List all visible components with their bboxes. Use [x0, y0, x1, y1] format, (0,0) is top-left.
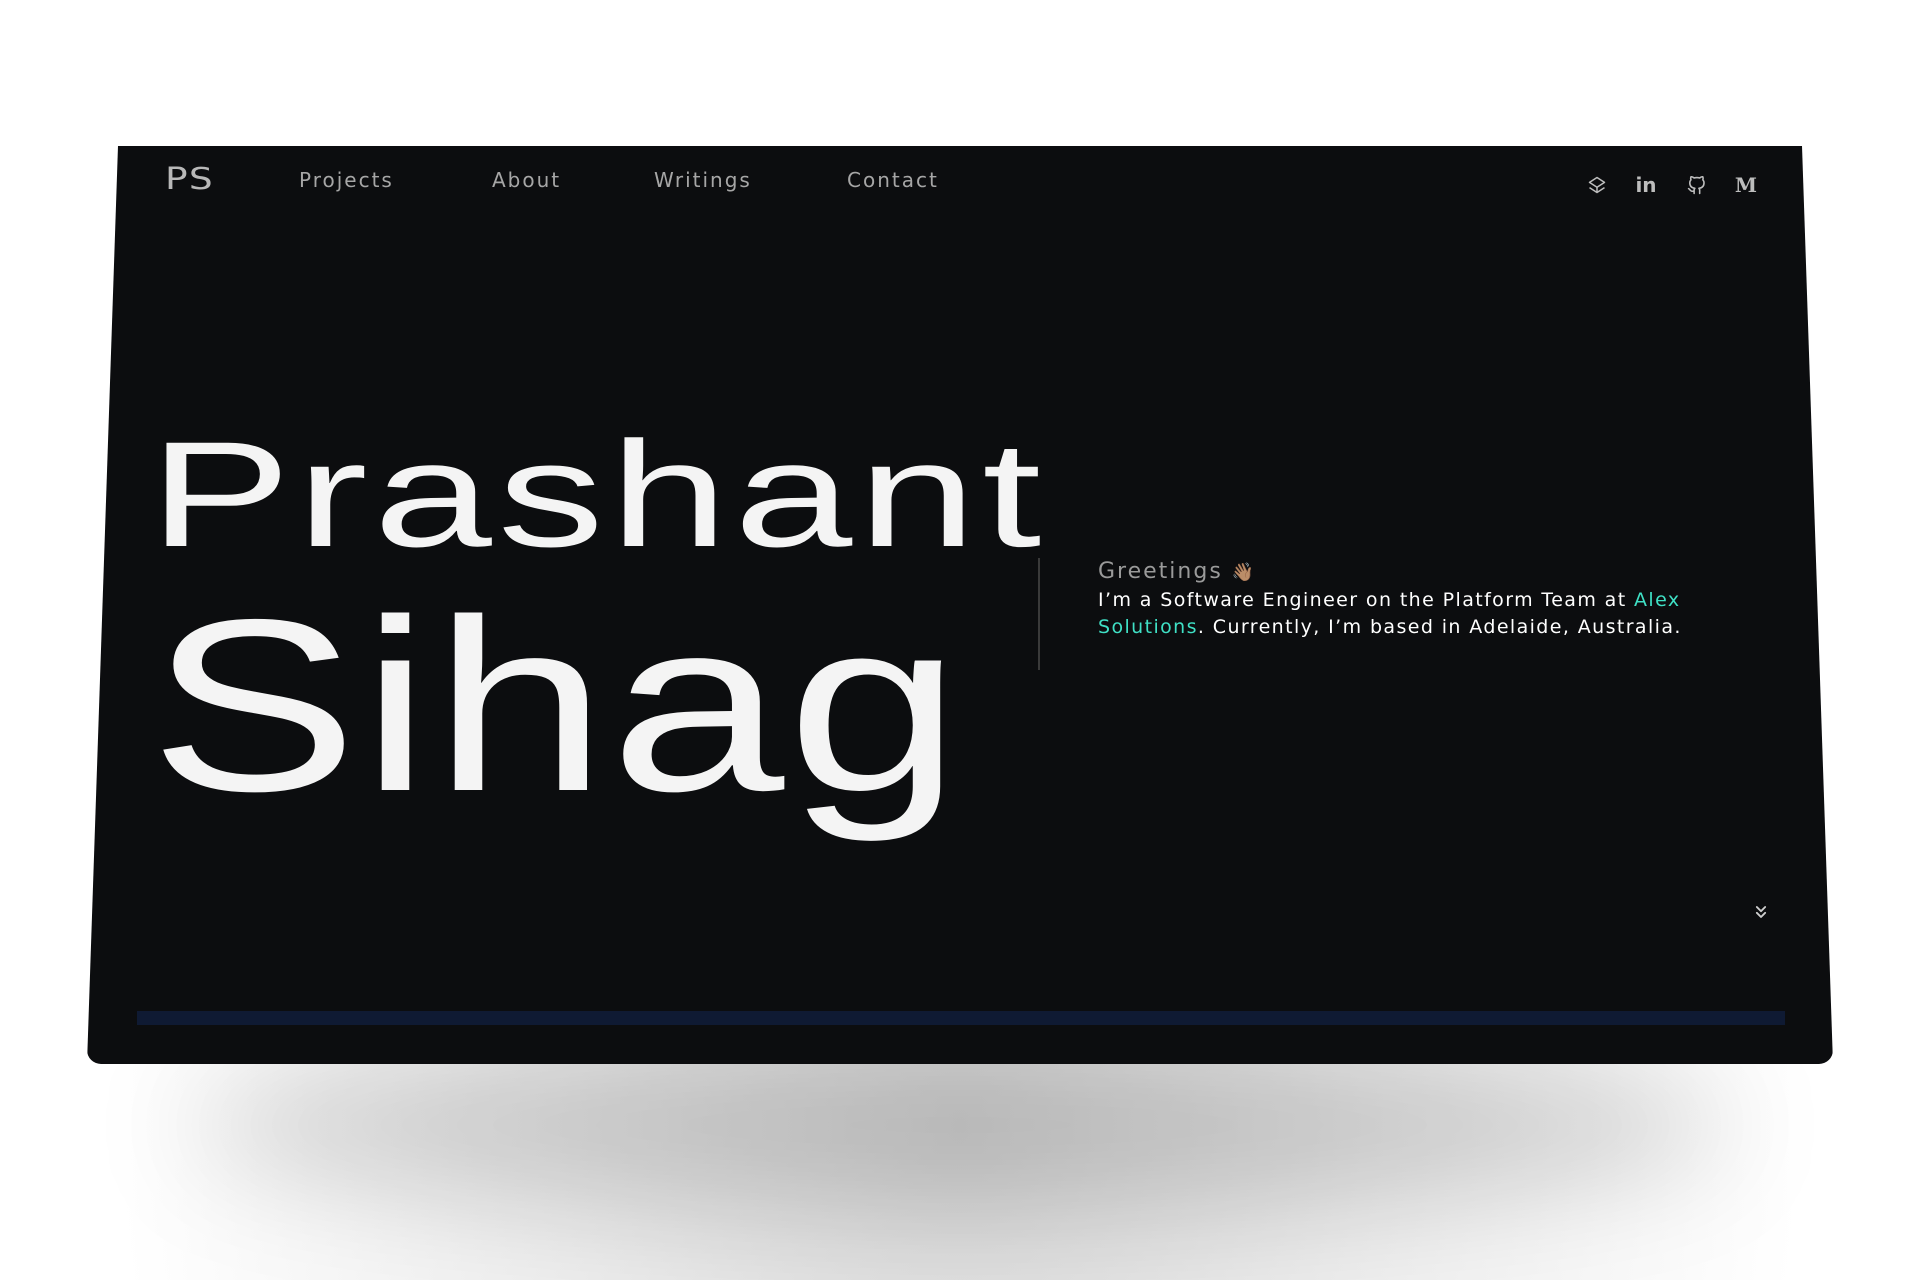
mockup-shadow: [190, 1040, 1730, 1210]
hero-last-name: Sihag: [149, 568, 964, 842]
greeting-line: Greetings 👋🏽: [1098, 558, 1758, 587]
hero-divider: [1038, 558, 1040, 670]
intro-text-before: I’m a Software Engineer on the Platform …: [1098, 588, 1635, 611]
chevrons-down-icon[interactable]: [1751, 902, 1771, 922]
portfolio-screen: PS Projects About Writings Contact in M …: [87, 146, 1833, 1064]
bottom-progress-bar: [137, 1011, 1785, 1025]
linkedin-icon[interactable]: in: [1633, 172, 1659, 198]
intro-text-after: . Currently, I’m based in Adelaide, Aust…: [1197, 616, 1682, 638]
nav-about[interactable]: About: [492, 168, 561, 192]
nav-projects[interactable]: Projects: [299, 168, 394, 192]
hero-first-name: Prashant: [149, 410, 1047, 578]
bottom-progress-fill: [137, 1011, 1785, 1025]
greeting-text: Greetings: [1098, 559, 1223, 584]
device-mockup-stage: PS Projects About Writings Contact in M …: [0, 0, 1920, 1280]
nav-contact[interactable]: Contact: [847, 168, 939, 192]
nav-writings[interactable]: Writings: [654, 168, 752, 192]
site-logo[interactable]: PS: [165, 162, 214, 197]
intro-block: Greetings 👋🏽 I’m a Software Engineer on …: [1098, 558, 1758, 642]
waving-hand-icon: 👋🏽: [1231, 562, 1257, 583]
medium-icon[interactable]: M: [1733, 172, 1759, 198]
codepen-icon[interactable]: [1584, 172, 1610, 198]
github-icon[interactable]: [1683, 172, 1709, 198]
